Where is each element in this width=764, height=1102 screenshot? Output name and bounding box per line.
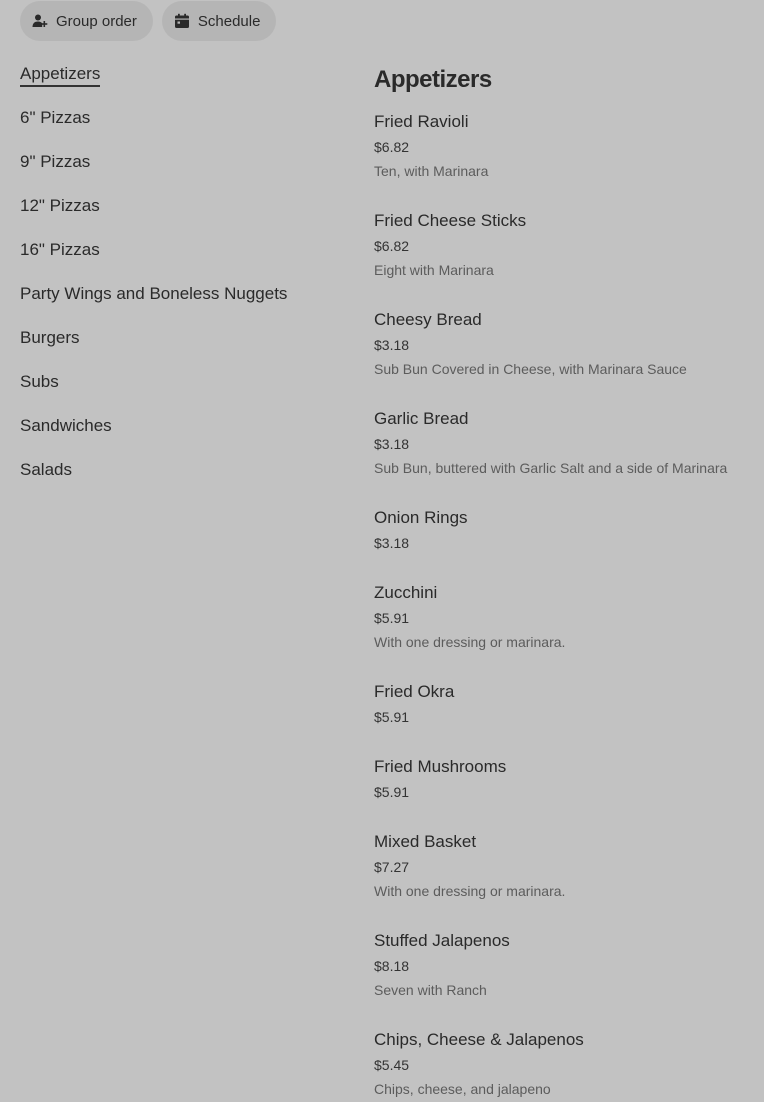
category-label: 6" Pizzas	[20, 108, 91, 127]
item-price: $6.82	[374, 238, 410, 254]
category-salads[interactable]: Salads	[20, 458, 340, 502]
item-description: With one dressing or marinara.	[374, 883, 566, 899]
item-price: $8.18	[374, 958, 410, 974]
group-order-label: Group order	[56, 12, 137, 30]
schedule-button[interactable]: Schedule	[161, 1, 277, 41]
menu-item-chips-cheese-jalapenos[interactable]: Chips, Cheese & Jalapenos $5.45 Chips, c…	[374, 1028, 754, 1100]
category-label: Appetizers	[20, 63, 101, 87]
category-nav: Appetizers 6" Pizzas 9" Pizzas 12" Pizza…	[20, 62, 340, 502]
category-16-pizzas[interactable]: 16" Pizzas	[20, 238, 340, 282]
menu-item-onion-rings[interactable]: Onion Rings $3.18	[374, 506, 754, 554]
category-label: Party Wings and Boneless Nuggets	[20, 284, 288, 303]
group-order-button[interactable]: Group order	[20, 1, 153, 41]
item-name: Zucchini	[374, 583, 438, 602]
menu-item-fried-ravioli[interactable]: Fried Ravioli $6.82 Ten, with Marinara	[374, 110, 754, 182]
category-6-pizzas[interactable]: 6" Pizzas	[20, 106, 340, 150]
item-description: Sub Bun, buttered with Garlic Salt and a…	[374, 460, 728, 476]
category-label: Subs	[20, 372, 59, 391]
category-party-wings[interactable]: Party Wings and Boneless Nuggets	[20, 282, 340, 326]
item-name: Onion Rings	[374, 508, 468, 527]
item-description: With one dressing or marinara.	[374, 634, 566, 650]
item-name: Fried Cheese Sticks	[374, 211, 527, 230]
menu-item-fried-cheese-sticks[interactable]: Fried Cheese Sticks $6.82 Eight with Mar…	[374, 209, 754, 281]
item-description: Chips, cheese, and jalapeno	[374, 1081, 551, 1097]
menu-item-zucchini[interactable]: Zucchini $5.91 With one dressing or mari…	[374, 581, 754, 653]
category-9-pizzas[interactable]: 9" Pizzas	[20, 150, 340, 194]
item-price: $7.27	[374, 859, 410, 875]
category-sandwiches[interactable]: Sandwiches	[20, 414, 340, 458]
menu-page: Group order Schedule Appetizers 6" Pizza…	[0, 0, 764, 1102]
item-name: Fried Mushrooms	[374, 757, 507, 776]
menu-item-stuffed-jalapenos[interactable]: Stuffed Jalapenos $8.18 Seven with Ranch	[374, 929, 754, 1001]
order-actions: Group order Schedule	[20, 1, 277, 41]
schedule-label: Schedule	[197, 12, 261, 30]
item-name: Garlic Bread	[374, 409, 469, 428]
menu-item-cheesy-bread[interactable]: Cheesy Bread $3.18 Sub Bun Covered in Ch…	[374, 308, 754, 380]
item-description: Ten, with Marinara	[374, 163, 489, 179]
item-name: Stuffed Jalapenos	[374, 931, 510, 950]
menu-item-fried-okra[interactable]: Fried Okra $5.91	[374, 680, 754, 728]
category-label: 9" Pizzas	[20, 152, 91, 171]
category-appetizers[interactable]: Appetizers	[20, 62, 340, 106]
item-price: $5.91	[374, 784, 410, 800]
item-description: Eight with Marinara	[374, 262, 494, 278]
item-name: Fried Ravioli	[374, 112, 469, 131]
appetizers-section: Appetizers Fried Ravioli $6.82 Ten, with…	[374, 64, 754, 1102]
item-name: Mixed Basket	[374, 832, 477, 851]
category-label: Salads	[20, 460, 72, 479]
category-burgers[interactable]: Burgers	[20, 326, 340, 370]
category-label: 16" Pizzas	[20, 240, 100, 259]
item-price: $5.45	[374, 1057, 410, 1073]
item-description: Sub Bun Covered in Cheese, with Marinara…	[374, 361, 687, 377]
section-title: Appetizers	[374, 66, 492, 93]
menu-item-mixed-basket[interactable]: Mixed Basket $7.27 With one dressing or …	[374, 830, 754, 902]
category-12-pizzas[interactable]: 12" Pizzas	[20, 194, 340, 238]
item-name: Cheesy Bread	[374, 310, 482, 329]
category-subs[interactable]: Subs	[20, 370, 340, 414]
menu-item-fried-mushrooms[interactable]: Fried Mushrooms $5.91	[374, 755, 754, 803]
item-description: Seven with Ranch	[374, 982, 487, 998]
item-price: $5.91	[374, 610, 410, 626]
item-name: Fried Okra	[374, 682, 455, 701]
item-price: $3.18	[374, 337, 410, 353]
add-person-icon	[32, 13, 48, 29]
item-price: $6.82	[374, 139, 410, 155]
category-label: Sandwiches	[20, 416, 112, 435]
item-price: $3.18	[374, 535, 410, 551]
calendar-icon	[174, 13, 190, 29]
item-price: $3.18	[374, 436, 410, 452]
category-label: 12" Pizzas	[20, 196, 100, 215]
item-price: $5.91	[374, 709, 410, 725]
category-label: Burgers	[20, 328, 80, 347]
item-name: Chips, Cheese & Jalapenos	[374, 1030, 584, 1049]
menu-item-garlic-bread[interactable]: Garlic Bread $3.18 Sub Bun, buttered wit…	[374, 407, 754, 479]
